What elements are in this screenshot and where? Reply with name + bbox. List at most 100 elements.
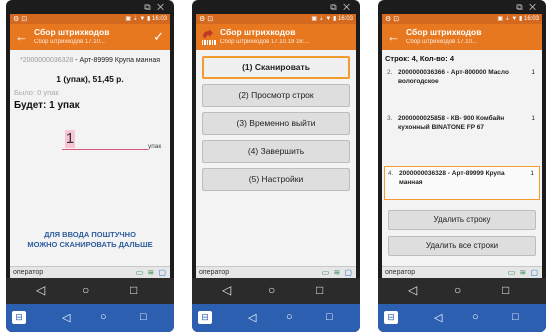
app-title: Сбор штрихкодов [406,27,482,37]
status-right: ▣ ⇣ ▼ ▮ 16:03 [497,16,539,22]
remote-taskbar: ⊟ ◁ ○ □ [192,304,360,332]
row-qty: 1 [531,115,535,122]
row-text: 2000000025858 - КВ- 900 Комбайн кухонный… [398,115,505,131]
app-title: Сбор штрихкодов [220,27,296,37]
status-left-icons: ⚙ ⊡ [385,16,400,23]
delete-all-rows-button[interactable]: Удалить все строки [388,236,536,256]
operator-bar: оператор ▭ ≋ ▢ [382,266,542,278]
window-topbar: ⧉ ✕ [384,2,540,14]
status-bar: ⚙ ⊡ ▣ ⇣ ▼ ▮ 16:03 [382,14,542,24]
nav-recent-icon[interactable]: □ [502,283,509,297]
taskbar-recent-icon[interactable]: □ [512,311,519,323]
scan-hint: ДЛЯ ВВОДА ПОШТУЧНО МОЖНО СКАНИРОВАТЬ ДАЛ… [10,230,170,250]
quantity-input[interactable]: 1 [62,128,148,150]
menu-finish-button[interactable]: (4) Завершить [202,140,350,163]
window-controls[interactable]: ⧉ ✕ [516,2,538,13]
app-subtitle: Сбор штрихкодов 17.10... [34,39,105,45]
app-title: Сбор штрихкодов [34,27,110,37]
operator-bar: оператор ▭ ≋ ▢ [10,266,170,278]
back-arrow-icon[interactable]: ← [15,29,28,44]
status-bar: ⚙ ⊡ ▣ ⇣ ▼ ▮ 16:03 [10,14,170,24]
connection-icons: ▭ ≋ ▢ [507,268,539,277]
menu-view-rows-button[interactable]: (2) Просмотр строк [202,84,350,107]
window-topbar: ⧉ ✕ [12,2,168,14]
taskbar-home-icon[interactable]: ○ [286,311,293,323]
status-right: ▣ ⇣ ▼ ▮ 16:03 [125,16,167,22]
phone-1: ⧉ ✕ ⚙ ⊡ ▣ ⇣ ▼ ▮ 16:03 ← Сбор штрихкодов … [6,0,174,332]
nav-home-icon[interactable]: ○ [268,283,275,297]
quantity-unit: упак [148,143,162,150]
rows-summary: Строк: 4, Кол-во: 4 [385,54,455,63]
operator-label: оператор [13,269,44,276]
taskbar-back-icon[interactable]: ◁ [248,311,256,324]
item-qty-price: 1 (упак), 51,45 р. [56,74,124,84]
taskbar-home-icon[interactable]: ○ [472,311,479,323]
menu-temp-exit-button[interactable]: (3) Временно выйти [202,112,350,135]
app-subtitle: Сбор штрихкодов 17.10... [406,39,477,45]
status-left-icons: ⚙ ⊡ [199,16,214,23]
app-bar: ← Сбор штрихкодов Сбор штрихкодов 17.10.… [10,24,170,50]
window-topbar: ⧉ ✕ [198,2,354,14]
taskbar-back-icon[interactable]: ◁ [434,311,442,324]
row-text: 2000000036366 - Арт-800000 Масло вологод… [398,69,509,85]
phone-2: ⧉ ✕ ⚙ ⊡ ▣ ⇣ ▼ ▮ 16:03 Сбор штрихкодов Сб… [192,0,360,332]
item-description: *2000000036328 - Арт-89999 Крупа манная [14,56,166,65]
row-number: 3. [387,115,393,122]
nav-back-icon[interactable]: ◁ [408,283,417,297]
remote-taskbar: ⊟ ◁ ○ □ [6,304,174,332]
taskbar-home-icon[interactable]: ○ [100,311,107,323]
status-bar: ⚙ ⊡ ▣ ⇣ ▼ ▮ 16:03 [196,14,356,24]
list-item-selected[interactable]: 4. 2000000036328 - Арт-89999 Крупа манна… [384,166,540,200]
taskbar-back-icon[interactable]: ◁ [62,311,70,324]
nav-back-icon[interactable]: ◁ [36,283,45,297]
confirm-check-icon[interactable]: ✓ [153,29,164,45]
app-launcher-icon[interactable]: ⊟ [12,311,26,324]
item-barcode: *2000000036328 [19,57,74,64]
scan-hint-line2: МОЖНО СКАНИРОВАТЬ ДАЛЬШЕ [27,240,153,249]
nav-recent-icon[interactable]: □ [316,283,323,297]
phone-3: ⧉ ✕ ⚙ ⊡ ▣ ⇣ ▼ ▮ 16:03 ← Сбор штрихкодов … [378,0,546,332]
connection-icons: ▭ ≋ ▢ [135,268,167,277]
screen-rows-list: ⚙ ⊡ ▣ ⇣ ▼ ▮ 16:03 ← Сбор штрихкодов Сбор… [382,14,542,278]
nav-home-icon[interactable]: ○ [82,283,89,297]
android-nav-bar: ◁ ○ □ [192,278,360,304]
item-name: - Арт-89999 Крупа манная [73,57,161,64]
nav-back-icon[interactable]: ◁ [222,283,231,297]
app-bar: ← Сбор штрихкодов Сбор штрихкодов 17.10.… [382,24,542,50]
quantity-input-value[interactable]: 1 [65,130,75,148]
menu-settings-button[interactable]: (5) Настройки [202,168,350,191]
list-item[interactable]: 2. 2000000036366 - Арт-800000 Масло воло… [384,66,540,102]
app-launcher-icon[interactable]: ⊟ [198,311,212,324]
barcode-logo-icon[interactable] [200,28,218,46]
nav-home-icon[interactable]: ○ [454,283,461,297]
taskbar-recent-icon[interactable]: □ [326,311,333,323]
screen-item-entry: ⚙ ⊡ ▣ ⇣ ▼ ▮ 16:03 ← Сбор штрихкодов Сбор… [10,14,170,278]
taskbar-recent-icon[interactable]: □ [140,311,147,323]
app-bar: Сбор штрихкодов Сбор штрихкодов 17.10.19… [196,24,356,50]
operator-label: оператор [385,269,416,276]
scan-hint-line1: ДЛЯ ВВОДА ПОШТУЧНО [44,230,136,239]
back-arrow-icon[interactable]: ← [387,29,400,44]
screen-main-menu: ⚙ ⊡ ▣ ⇣ ▼ ▮ 16:03 Сбор штрихкодов Сбор ш… [196,14,356,278]
row-number: 4. [388,170,394,177]
nav-recent-icon[interactable]: □ [130,283,137,297]
list-item[interactable]: 3. 2000000025858 - КВ- 900 Комбайн кухон… [384,112,540,156]
app-subtitle: Сбор штрихкодов 17.10.19 16:... [220,39,310,45]
menu-scan-button[interactable]: (1) Сканировать [202,56,350,79]
connection-icons: ▭ ≋ ▢ [321,268,353,277]
status-right: ▣ ⇣ ▼ ▮ 16:03 [311,16,353,22]
app-launcher-icon[interactable]: ⊟ [384,311,398,324]
was-quantity: Было: 0 упак [14,88,59,97]
operator-label: оператор [199,269,230,276]
row-qty: 1 [531,69,535,76]
window-controls[interactable]: ⧉ ✕ [330,2,352,13]
new-quantity: Будет: 1 упак [14,100,80,111]
remote-taskbar: ⊟ ◁ ○ □ [378,304,546,332]
android-nav-bar: ◁ ○ □ [378,278,546,304]
row-number: 2. [387,69,393,76]
row-text: 2000000036328 - Арт-89999 Крупа манная [399,170,505,186]
screenshot-collage: ⧉ ✕ ⚙ ⊡ ▣ ⇣ ▼ ▮ 16:03 ← Сбор штрихкодов … [0,0,552,332]
window-controls[interactable]: ⧉ ✕ [144,2,166,13]
android-nav-bar: ◁ ○ □ [6,278,174,304]
delete-row-button[interactable]: Удалить строку [388,210,536,230]
